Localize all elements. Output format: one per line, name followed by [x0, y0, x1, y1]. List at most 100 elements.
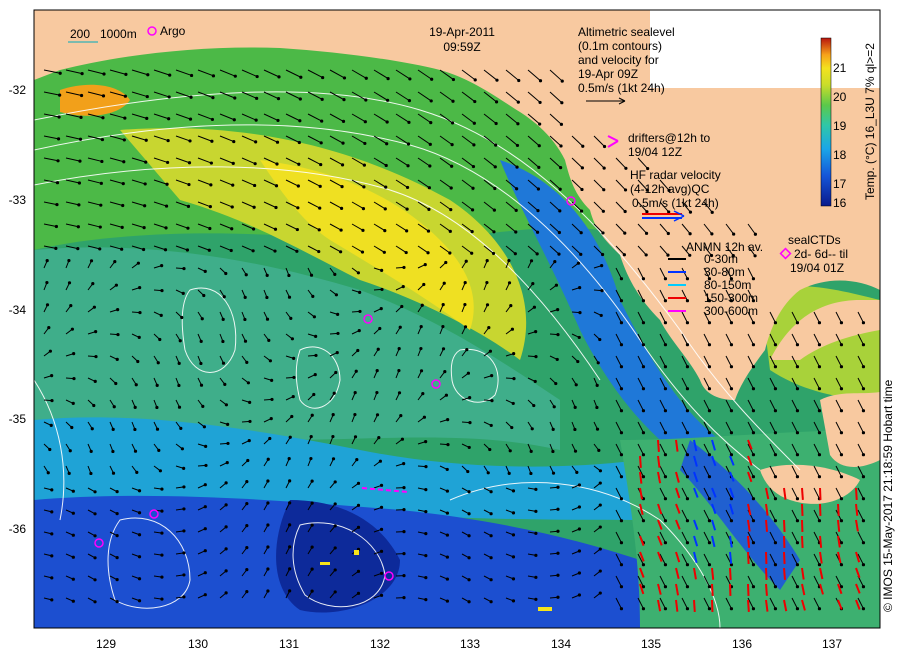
velocity-arrow-head [560, 101, 564, 105]
velocity-arrow-head [185, 248, 190, 252]
velocity-arrow-head [255, 96, 259, 100]
velocity-arrow-head [98, 247, 102, 251]
velocity-arrow-head [517, 78, 521, 83]
velocity-arrow-head [514, 208, 518, 212]
velocity-arrow-head [353, 391, 357, 395]
velocity-arrow-head [224, 547, 228, 551]
velocity-arrow-head [861, 563, 866, 567]
velocity-arrow-head [78, 159, 82, 163]
velocity-arrow-head [356, 569, 361, 573]
velocity-arrow-head [512, 352, 516, 356]
velocity-arrow-head [93, 534, 97, 538]
velocity-arrow-head [402, 507, 406, 512]
velocity-arrow-head [419, 325, 423, 329]
velocity-arrow-head [221, 361, 226, 365]
velocity-arrow-head [331, 434, 335, 439]
velocity-arrow-head [839, 541, 844, 545]
velocity-arrow-head [378, 326, 382, 331]
velocity-arrow-head [137, 335, 141, 339]
velocity-arrow-head [50, 598, 54, 602]
velocity-arrow-head [89, 471, 93, 476]
velocity-arrow-head [89, 449, 93, 453]
velocity-arrow-head [123, 94, 127, 98]
velocity-arrow-head [356, 525, 361, 529]
velocity-arrow-head [817, 475, 822, 479]
hf-radar-arrow [783, 519, 786, 532]
velocity-arrow-head [245, 524, 249, 528]
velocity-arrow-head [356, 503, 361, 507]
colorbar-label: Temp. (°C) 16_L3U 7% ql>=2 [863, 43, 877, 200]
hf-radar-arrow [639, 471, 643, 484]
velocity-arrow-head [861, 343, 866, 347]
velocity-arrow-head [203, 505, 207, 509]
velocity-arrow-head [144, 160, 148, 164]
velocity-arrow-head [419, 346, 423, 351]
velocity-arrow-head [288, 479, 292, 483]
velocity-arrow-head [160, 487, 164, 491]
velocity-arrow-head [332, 391, 336, 395]
velocity-arrow-head [401, 284, 405, 289]
argo-legend-label: Argo [160, 24, 186, 38]
velocity-arrow-head [641, 299, 646, 303]
velocity-arrow-head [160, 553, 164, 557]
velocity-arrow-head [406, 164, 410, 168]
velocity-arrow-head [511, 489, 516, 493]
velocity-arrow-head [56, 137, 61, 141]
velocity-arrow-head [467, 512, 471, 516]
velocity-arrow-head [556, 308, 560, 312]
velocity-arrow-head [424, 554, 428, 558]
velocity-arrow-head [619, 365, 624, 369]
velocity-arrow-head [685, 475, 690, 479]
velocity-arrow-head [424, 510, 428, 514]
velocity-arrow-head [577, 483, 582, 487]
velocity-arrow-head [554, 283, 558, 287]
velocity-arrow-head [77, 203, 81, 207]
velocity-arrow-head [839, 563, 844, 567]
velocity-arrow-head [556, 507, 560, 511]
colorbar-tick: 19 [833, 119, 847, 133]
velocity-arrow-head [318, 184, 322, 188]
velocity-arrow-head [69, 303, 73, 308]
velocity-arrow-head [773, 365, 778, 369]
velocity-arrow-head [245, 568, 249, 572]
velocity-arrow-head [576, 261, 580, 265]
velocity-arrow-head [467, 445, 471, 450]
velocity-arrow-head [136, 359, 140, 364]
velocity-arrow-head [574, 383, 578, 387]
velocity-arrow-head [266, 523, 270, 527]
velocity-arrow-head [486, 471, 490, 475]
velocity-arrow-head [423, 262, 427, 267]
velocity-arrow-head [729, 409, 734, 413]
alt-line-2: and velocity for [578, 53, 659, 67]
velocity-arrow-head [556, 485, 560, 489]
velocity-arrow-head [529, 449, 533, 453]
velocity-arrow-head [243, 295, 247, 299]
velocity-arrow-head [485, 259, 489, 263]
sealctd-legend: sealCTDs 2d- 6d-- til 19/04 01Z [779, 233, 848, 275]
velocity-arrow-head [707, 365, 712, 369]
velocity-arrow-head [357, 328, 361, 333]
velocity-arrow-head [202, 293, 206, 298]
velocity-arrow-head [641, 453, 646, 457]
velocity-arrow-head [773, 387, 778, 391]
velocity-arrow-head [164, 226, 168, 230]
velocity-arrow-head [93, 600, 97, 604]
velocity-arrow-head [559, 122, 564, 126]
velocity-arrow-head [121, 203, 125, 208]
velocity-arrow-head [224, 591, 228, 595]
hf-radar-arrow [801, 535, 804, 548]
velocity-arrow-head [577, 335, 581, 340]
velocity-arrow-head [406, 142, 411, 146]
velocity-arrow-head [265, 295, 269, 300]
velocity-arrow-head [233, 96, 237, 100]
velocity-arrow-head [274, 205, 278, 210]
velocity-arrow-head [221, 339, 225, 344]
velocity-arrow-head [488, 447, 492, 452]
velocity-arrow-head [49, 423, 53, 427]
velocity-arrow-head [427, 207, 431, 211]
velocity-arrow-head [100, 137, 105, 142]
velocity-arrow-head [513, 252, 517, 256]
velocity-arrow-head [751, 277, 756, 281]
velocity-arrow-head [467, 578, 471, 582]
velocity-arrow-head [225, 460, 229, 465]
